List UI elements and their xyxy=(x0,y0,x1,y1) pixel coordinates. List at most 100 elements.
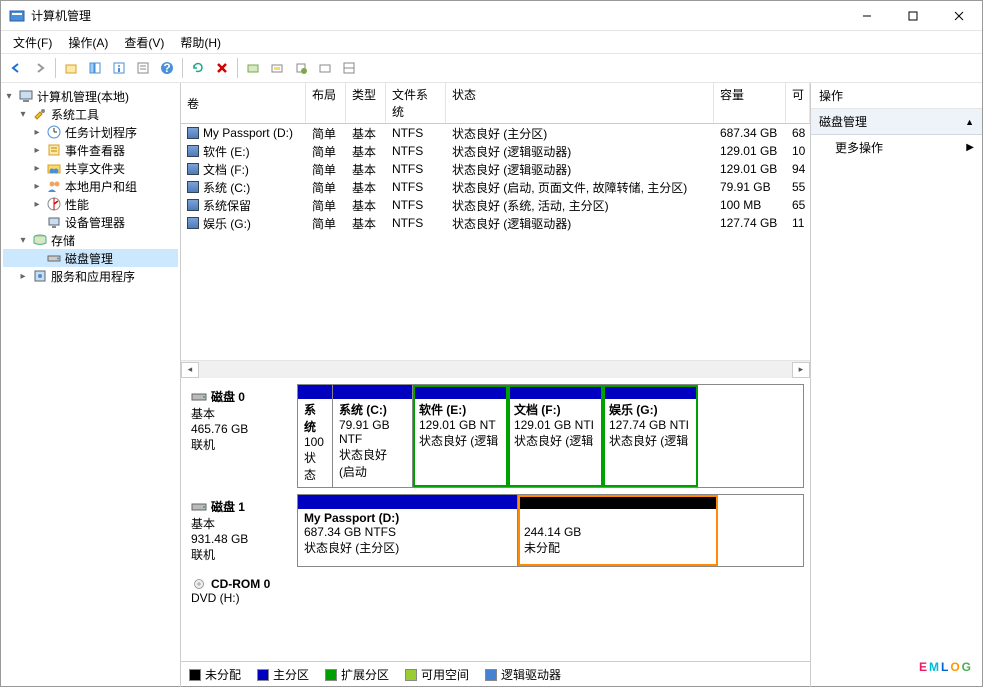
disk-kind: 基本 xyxy=(191,515,293,532)
tree-expand-icon[interactable]: ▸ xyxy=(31,163,43,174)
window-title: 计算机管理 xyxy=(31,7,844,24)
menu-bar: 文件(F) 操作(A) 查看(V) 帮助(H) xyxy=(1,31,982,53)
tool-extra-2[interactable] xyxy=(266,57,288,79)
tree-local-users[interactable]: ▸ 本地用户和组 xyxy=(3,177,178,195)
disk-row[interactable]: 磁盘 0基本465.76 GB联机系统100状态系统 (C:)79.91 GB … xyxy=(187,384,804,488)
tree-expand-icon[interactable]: ▸ xyxy=(31,199,43,210)
legend-free: 可用空间 xyxy=(405,666,469,683)
partition-size: 127.74 GB NTI xyxy=(609,418,692,432)
disk-row[interactable]: 磁盘 1基本931.48 GB联机My Passport (D:)687.34 … xyxy=(187,494,804,567)
volume-row[interactable]: 系统保留简单基本NTFS状态良好 (系统, 活动, 主分区)100 MB65 xyxy=(181,196,810,214)
refresh-button[interactable] xyxy=(187,57,209,79)
column-layout[interactable]: 布局 xyxy=(306,83,346,123)
volume-layout: 简单 xyxy=(306,178,346,197)
tree-system-tools[interactable]: ▾ 系统工具 xyxy=(3,105,178,123)
menu-action[interactable]: 操作(A) xyxy=(60,32,116,53)
disk-graphical-panel[interactable]: 磁盘 0基本465.76 GB联机系统100状态系统 (C:)79.91 GB … xyxy=(181,378,810,661)
device-icon xyxy=(46,214,62,230)
tree-toggle-icon[interactable]: ▾ xyxy=(17,109,29,120)
tree-root[interactable]: ▾ 计算机管理(本地) xyxy=(3,87,178,105)
partition[interactable]: My Passport (D:)687.34 GB NTFS状态良好 (主分区) xyxy=(298,495,518,566)
show-hide-tree-button[interactable] xyxy=(84,57,106,79)
volume-list-header[interactable]: 卷 布局 类型 文件系统 状态 容量 可 xyxy=(181,83,810,124)
maximize-button[interactable] xyxy=(890,1,936,31)
disk-kind: 基本 xyxy=(191,405,293,422)
partition[interactable]: 系统 (C:)79.91 GB NTF状态良好 (启动 xyxy=(333,385,413,487)
column-type[interactable]: 类型 xyxy=(346,83,386,123)
column-volume[interactable]: 卷 xyxy=(181,83,306,123)
actions-section[interactable]: 磁盘管理 ▲ xyxy=(811,109,982,135)
navigation-tree[interactable]: ▾ 计算机管理(本地) ▾ 系统工具 ▸ 任务计划程序 ▸ 事件查看器 ▸ 共享… xyxy=(1,83,181,687)
tree-device-manager[interactable]: 设备管理器 xyxy=(3,213,178,231)
volume-rows[interactable]: My Passport (D:)简单基本NTFS状态良好 (主分区)687.34… xyxy=(181,124,810,360)
horizontal-scrollbar[interactable]: ◂ ▸ xyxy=(181,360,810,378)
column-capacity[interactable]: 容量 xyxy=(714,83,786,123)
scroll-right-button[interactable]: ▸ xyxy=(792,362,810,378)
tree-expand-icon[interactable]: ▸ xyxy=(31,181,43,192)
tree-services-apps[interactable]: ▸ 服务和应用程序 xyxy=(3,267,178,285)
toolbar: ? xyxy=(1,53,982,83)
collapse-icon[interactable]: ▲ xyxy=(965,117,974,127)
partition-status: 状态良好 (启动 xyxy=(339,446,406,480)
tool-extra-1[interactable] xyxy=(242,57,264,79)
partition-label: 软件 (E:) xyxy=(419,401,501,418)
volume-row[interactable]: My Passport (D:)简单基本NTFS状态良好 (主分区)687.34… xyxy=(181,124,810,142)
partition[interactable]: 软件 (E:)129.01 GB NT状态良好 (逻辑 xyxy=(413,385,508,487)
title-bar: 计算机管理 xyxy=(1,1,982,31)
partition-header xyxy=(298,385,332,399)
partition-size: 129.01 GB NT xyxy=(419,418,501,432)
partition[interactable]: 娱乐 (G:)127.74 GB NTI状态良好 (逻辑 xyxy=(603,385,698,487)
menu-view[interactable]: 查看(V) xyxy=(116,32,172,53)
app-icon xyxy=(9,8,25,24)
partition[interactable]: 244.14 GB未分配 xyxy=(518,495,718,566)
tree-shared-folders[interactable]: ▸ 共享文件夹 xyxy=(3,159,178,177)
volume-layout: 简单 xyxy=(306,214,346,233)
tree-expand-icon[interactable]: ▸ xyxy=(31,145,43,156)
volume-row[interactable]: 文档 (F:)简单基本NTFS状态良好 (逻辑驱动器)129.01 GB94 xyxy=(181,160,810,178)
partition-header xyxy=(603,385,698,399)
forward-button[interactable] xyxy=(29,57,51,79)
scroll-left-button[interactable]: ◂ xyxy=(181,362,199,378)
tree-performance[interactable]: ▸ 性能 xyxy=(3,195,178,213)
menu-file[interactable]: 文件(F) xyxy=(5,32,60,53)
tree-expand-icon[interactable]: ▸ xyxy=(17,271,29,282)
partition-size: 244.14 GB xyxy=(524,525,712,539)
tree-storage[interactable]: ▾ 存储 xyxy=(3,231,178,249)
disk-partitions: 系统100状态系统 (C:)79.91 GB NTF状态良好 (启动软件 (E:… xyxy=(297,384,804,488)
column-status[interactable]: 状态 xyxy=(446,83,714,123)
minimize-button[interactable] xyxy=(844,1,890,31)
partition[interactable]: 系统100状态 xyxy=(298,385,333,487)
up-button[interactable] xyxy=(60,57,82,79)
properties-button[interactable] xyxy=(108,57,130,79)
volume-row[interactable]: 娱乐 (G:)简单基本NTFS状态良好 (逻辑驱动器)127.74 GB11 xyxy=(181,214,810,232)
volume-capacity: 100 MB xyxy=(714,197,786,213)
close-button[interactable] xyxy=(936,1,982,31)
tree-task-scheduler[interactable]: ▸ 任务计划程序 xyxy=(3,123,178,141)
tool-extra-3[interactable] xyxy=(290,57,312,79)
help-button[interactable]: ? xyxy=(156,57,178,79)
tree-toggle-icon[interactable]: ▾ xyxy=(3,91,15,102)
tree-expand-icon[interactable]: ▸ xyxy=(31,127,43,138)
column-filesystem[interactable]: 文件系统 xyxy=(386,83,446,123)
tree-disk-management[interactable]: 磁盘管理 xyxy=(3,249,178,267)
volume-row[interactable]: 系统 (C:)简单基本NTFS状态良好 (启动, 页面文件, 故障转储, 主分区… xyxy=(181,178,810,196)
menu-help[interactable]: 帮助(H) xyxy=(172,32,229,53)
cdrom-info: CD-ROM 0DVD (H:) xyxy=(187,573,297,609)
volume-row[interactable]: 软件 (E:)简单基本NTFS状态良好 (逻辑驱动器)129.01 GB10 xyxy=(181,142,810,160)
volume-status: 状态良好 (逻辑驱动器) xyxy=(446,160,714,179)
export-list-button[interactable] xyxy=(132,57,154,79)
back-button[interactable] xyxy=(5,57,27,79)
tree-toggle-icon[interactable]: ▾ xyxy=(17,235,29,246)
tool-extra-4[interactable] xyxy=(314,57,336,79)
volume-name: 软件 (E:) xyxy=(203,143,250,160)
volume-fs: NTFS xyxy=(386,197,446,213)
partition[interactable]: 文档 (F:)129.01 GB NTI状态良好 (逻辑 xyxy=(508,385,603,487)
storage-icon xyxy=(32,232,48,248)
column-free[interactable]: 可 xyxy=(786,83,810,123)
delete-button[interactable] xyxy=(211,57,233,79)
actions-more[interactable]: 更多操作 ▶ xyxy=(811,135,982,160)
cdrom-row[interactable]: CD-ROM 0DVD (H:) xyxy=(187,573,804,609)
volume-layout: 简单 xyxy=(306,142,346,161)
tree-event-viewer[interactable]: ▸ 事件查看器 xyxy=(3,141,178,159)
tool-extra-5[interactable] xyxy=(338,57,360,79)
